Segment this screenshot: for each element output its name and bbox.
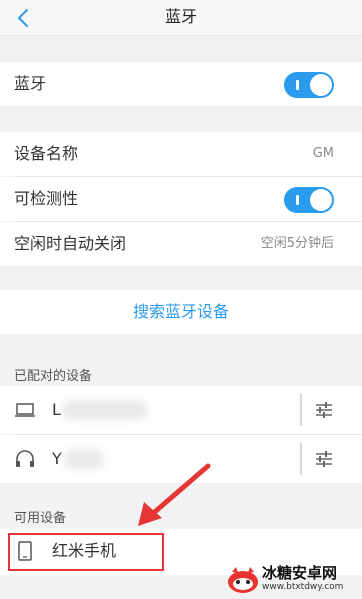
- headphones-icon: [16, 450, 34, 467]
- bluetooth-settings-screen: 蓝牙 蓝牙 设备名称 GM 可检测性 空闲时自动关闭 空闲5分钟后 搜索蓝牙设备…: [0, 0, 362, 599]
- header-bar: 蓝牙: [0, 0, 362, 36]
- discoverable-row: 可检测性: [0, 177, 362, 221]
- page-title: 蓝牙: [164, 7, 197, 26]
- available-section-title: 可用设备: [14, 511, 67, 526]
- auto-close-value: 空闲5分钟后: [260, 236, 334, 251]
- vertical-separator: [300, 443, 302, 475]
- auto-close-label: 空闲时自动关闭: [14, 234, 127, 253]
- paired-device-name: L: [52, 400, 61, 419]
- bluetooth-row: 蓝牙: [0, 62, 362, 106]
- toggle-on-indicator: [296, 195, 299, 205]
- redacted-name-blur: [62, 400, 148, 420]
- device-name-value: GM: [312, 146, 334, 161]
- bluetooth-toggle[interactable]: [284, 72, 334, 98]
- discoverable-toggle[interactable]: [284, 187, 334, 213]
- device-name-label: 设备名称: [14, 144, 79, 163]
- highlight-box: [8, 533, 164, 571]
- toggle-on-indicator: [296, 80, 299, 90]
- search-devices-label: 搜索蓝牙设备: [132, 302, 229, 321]
- watermark-logo-icon: [228, 567, 258, 593]
- red-arrow-annotation-icon: [138, 463, 211, 526]
- auto-close-row[interactable]: 空闲时自动关闭 空闲5分钟后: [0, 222, 362, 266]
- redacted-name-blur: [64, 449, 104, 469]
- paired-device-row[interactable]: L: [0, 386, 362, 434]
- watermark: 冰糖安卓网 www.btxtdwy.com: [226, 560, 362, 599]
- toggle-knob: [310, 74, 332, 96]
- watermark-subtitle: www.btxtdwy.com: [262, 582, 344, 592]
- watermark-title: 冰糖安卓网: [262, 564, 338, 582]
- discoverable-label: 可检测性: [14, 189, 79, 208]
- toggle-knob: [310, 189, 332, 211]
- vertical-separator: [300, 394, 302, 426]
- bluetooth-label: 蓝牙: [14, 74, 47, 93]
- device-name-row[interactable]: 设备名称 GM: [0, 132, 362, 176]
- device-settings-icon[interactable]: [314, 400, 334, 420]
- paired-section-title: 已配对的设备: [14, 369, 93, 384]
- laptop-icon: [15, 403, 35, 417]
- search-devices-button[interactable]: 搜索蓝牙设备: [0, 290, 362, 334]
- paired-device-name: Y: [52, 449, 62, 468]
- device-settings-icon[interactable]: [314, 449, 334, 469]
